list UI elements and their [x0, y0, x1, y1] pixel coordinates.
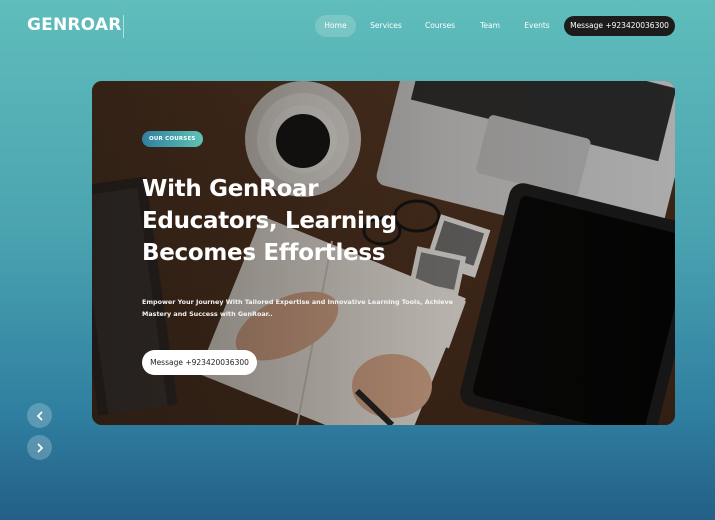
- chevron-left-icon: [36, 411, 42, 420]
- hero-banner: OUR COURSES With GenRoar Educators, Lear…: [92, 81, 675, 425]
- hero-message-button[interactable]: Message +923420036300: [142, 350, 257, 375]
- navbar: GENROAR Home Services Courses Team Event…: [0, 0, 715, 52]
- nav-item-team[interactable]: Team: [473, 15, 507, 37]
- nav-item-courses[interactable]: Courses: [419, 15, 461, 37]
- logo-divider: [123, 15, 124, 38]
- logo[interactable]: GENROAR: [27, 15, 122, 35]
- hero-headline-line-2: Educators, Learning: [142, 208, 397, 235]
- nav-message-button[interactable]: Message +923420036300: [564, 16, 675, 36]
- carousel-next-button[interactable]: [27, 435, 52, 460]
- hero-subtext: Empower Your Journey With Tailored Exper…: [142, 298, 454, 319]
- carousel-prev-button[interactable]: [27, 403, 52, 428]
- nav-item-services[interactable]: Services: [364, 15, 408, 37]
- hero-headline-line-1: With GenRoar: [142, 176, 319, 202]
- nav-item-events[interactable]: Events: [519, 15, 555, 37]
- hero-headline: With GenRoar Educators, Learning Becomes…: [142, 173, 422, 270]
- chevron-right-icon: [37, 443, 43, 452]
- our-courses-badge: OUR COURSES: [142, 131, 203, 147]
- nav-item-home[interactable]: Home: [315, 15, 356, 37]
- hero-headline-line-3: Becomes Effortless: [142, 240, 386, 267]
